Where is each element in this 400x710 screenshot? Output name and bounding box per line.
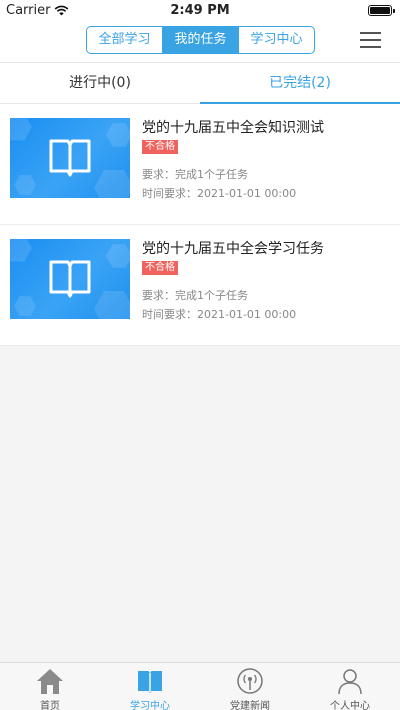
status-tabs: 进行中(0) 已完结(2) [0, 62, 400, 104]
broadcast-icon [237, 668, 263, 694]
bottom-tab-bar: 首页 学习中心 党建新闻 个人中心 [0, 662, 400, 710]
task-requirement: 要求：完成1个子任务 [142, 168, 248, 181]
hamburger-icon[interactable] [360, 32, 381, 48]
task-item[interactable]: 党的十九届五中全会知识测试 不合格 要求：完成1个子任务 时间要求：2021-0… [0, 104, 400, 225]
tab-completed[interactable]: 已完结(2) [200, 63, 400, 104]
segment-learning-center[interactable]: 学习中心 [238, 27, 314, 53]
bottom-tab-profile-label: 个人中心 [330, 701, 370, 710]
task-title: 党的十九届五中全会知识测试 [142, 120, 324, 136]
task-thumbnail [10, 118, 130, 198]
segmented-control: 全部学习 我的任务 学习中心 [86, 26, 315, 54]
bottom-tab-profile[interactable]: 个人中心 [300, 663, 400, 710]
task-item[interactable]: 党的十九届五中全会学习任务 不合格 要求：完成1个子任务 时间要求：2021-0… [0, 225, 400, 346]
task-requirement: 要求：完成1个子任务 [142, 289, 248, 302]
bottom-tab-learning-label: 学习中心 [130, 701, 170, 710]
bottom-tab-home[interactable]: 首页 [0, 663, 100, 710]
segment-all-learning[interactable]: 全部学习 [87, 27, 162, 53]
book-icon [49, 260, 91, 298]
home-icon [37, 669, 63, 694]
person-icon [338, 669, 362, 695]
bottom-tab-learning[interactable]: 学习中心 [100, 663, 200, 710]
status-bar: Carrier 2:49 PM [0, 0, 400, 22]
task-time-requirement: 时间要求：2021-01-01 00:00 [142, 308, 297, 321]
segment-my-tasks[interactable]: 我的任务 [162, 27, 238, 53]
battery-icon [368, 5, 395, 16]
task-list: 党的十九届五中全会知识测试 不合格 要求：完成1个子任务 时间要求：2021-0… [0, 104, 400, 346]
fail-badge: 不合格 [142, 261, 178, 275]
tab-in-progress[interactable]: 进行中(0) [0, 63, 200, 103]
task-time-requirement: 时间要求：2021-01-01 00:00 [142, 187, 297, 200]
task-thumbnail [10, 239, 130, 319]
bottom-tab-news-label: 党建新闻 [230, 701, 270, 710]
bottom-tab-home-label: 首页 [40, 701, 60, 710]
top-nav-bar: 全部学习 我的任务 学习中心 [0, 22, 400, 62]
task-title: 党的十九届五中全会学习任务 [142, 241, 324, 257]
clock: 2:49 PM [170, 3, 230, 18]
book-icon [49, 139, 91, 177]
bottom-tab-news[interactable]: 党建新闻 [200, 663, 300, 710]
book-icon [138, 671, 162, 693]
fail-badge: 不合格 [142, 140, 178, 154]
